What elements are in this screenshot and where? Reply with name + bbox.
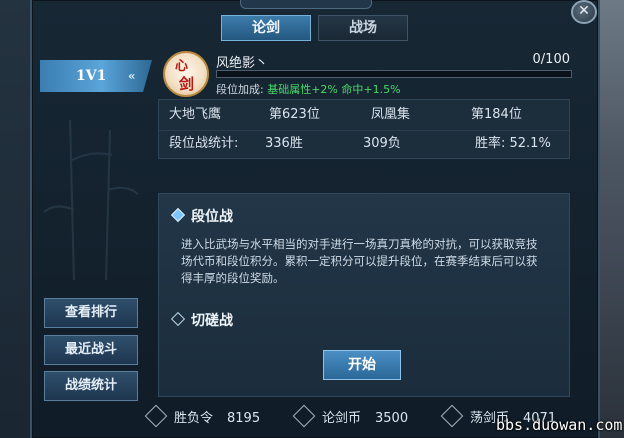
table-row: 段位战统计: 336胜 309负 胜率: 52.1%	[159, 130, 569, 157]
battle-stats-button[interactable]: 战绩统计	[44, 371, 138, 401]
currency-amount: 3500	[375, 411, 409, 426]
rank-bonus-value: 基础属性+2% 命中+1.5%	[267, 83, 401, 96]
rank-progress-value: 0/100	[532, 52, 570, 67]
currency-lunjianbi: 论剑币 3500	[292, 404, 409, 428]
watermark: bbs.duowan.com	[496, 416, 623, 434]
tab-battlefield[interactable]: 战场	[318, 15, 408, 41]
double-chevron-left-icon: «	[128, 69, 136, 83]
currency-name: 胜负令	[174, 411, 214, 426]
wins-count: 336胜	[265, 136, 303, 151]
close-icon[interactable]: ✕	[571, 0, 597, 24]
bamboo-decoration	[43, 120, 139, 280]
server-rank: 第623位	[269, 107, 320, 122]
losses-count: 309负	[363, 136, 401, 151]
title-strip	[240, 0, 372, 9]
emblem-char-top: 心	[175, 59, 189, 74]
mode-ranked-description: 进入比武场与水平相当的对手进行一场真刀真枪的对抗，可以获取竞技场代币和段位积分。…	[181, 237, 538, 285]
emblem-char-bottom: 剑	[179, 75, 195, 93]
rank-emblem: 心 剑	[163, 51, 209, 97]
table-row: 大地飞鹰 第623位 凤凰集 第184位	[159, 102, 569, 128]
currency-shengfuling: 胜负令 8195	[144, 404, 261, 428]
win-rate: 胜率: 52.1%	[475, 136, 551, 151]
currency-icon	[440, 404, 464, 428]
region-rank: 第184位	[471, 107, 522, 122]
currency-amount: 8195	[227, 411, 261, 426]
mode-panel: 段位战 进入比武场与水平相当的对手进行一场真刀真枪的对抗，可以获取竞技场代币和段…	[158, 193, 570, 397]
mode-ranked-label: 段位战	[191, 209, 233, 225]
rank-bonus-label: 段位加成:	[216, 83, 264, 96]
server-name: 大地飞鹰	[169, 107, 222, 122]
start-button[interactable]: 开始	[323, 350, 401, 380]
ranked-stats-label: 段位战统计:	[169, 136, 239, 151]
tab-lunjian[interactable]: 论剑	[221, 15, 311, 41]
diamond-icon	[170, 311, 186, 327]
diamond-selected-icon	[170, 207, 186, 223]
currency-icon	[144, 404, 168, 428]
rank-progress-bar	[216, 70, 572, 78]
mode-spar-label: 切磋战	[191, 313, 233, 329]
currency-icon	[292, 404, 316, 428]
mode-spar-radio[interactable]: 切磋战	[170, 310, 233, 330]
recent-battles-button[interactable]: 最近战斗	[44, 335, 138, 365]
region-name: 凤凰集	[371, 107, 411, 122]
mode-ranked-radio[interactable]: 段位战	[170, 206, 233, 226]
side-tab-1v1[interactable]: 1V1 «	[40, 60, 152, 92]
side-tab-label: 1V1	[76, 68, 107, 84]
view-ranking-button[interactable]: 查看排行	[44, 298, 138, 328]
rank-bonus: 段位加成: 基础属性+2% 命中+1.5%	[216, 81, 401, 97]
stats-table: 大地飞鹰 第623位 凤凰集 第184位 段位战统计: 336胜 309负 胜率…	[158, 99, 570, 159]
currency-name: 论剑币	[322, 411, 362, 426]
player-name: 风绝影丶	[216, 56, 269, 71]
